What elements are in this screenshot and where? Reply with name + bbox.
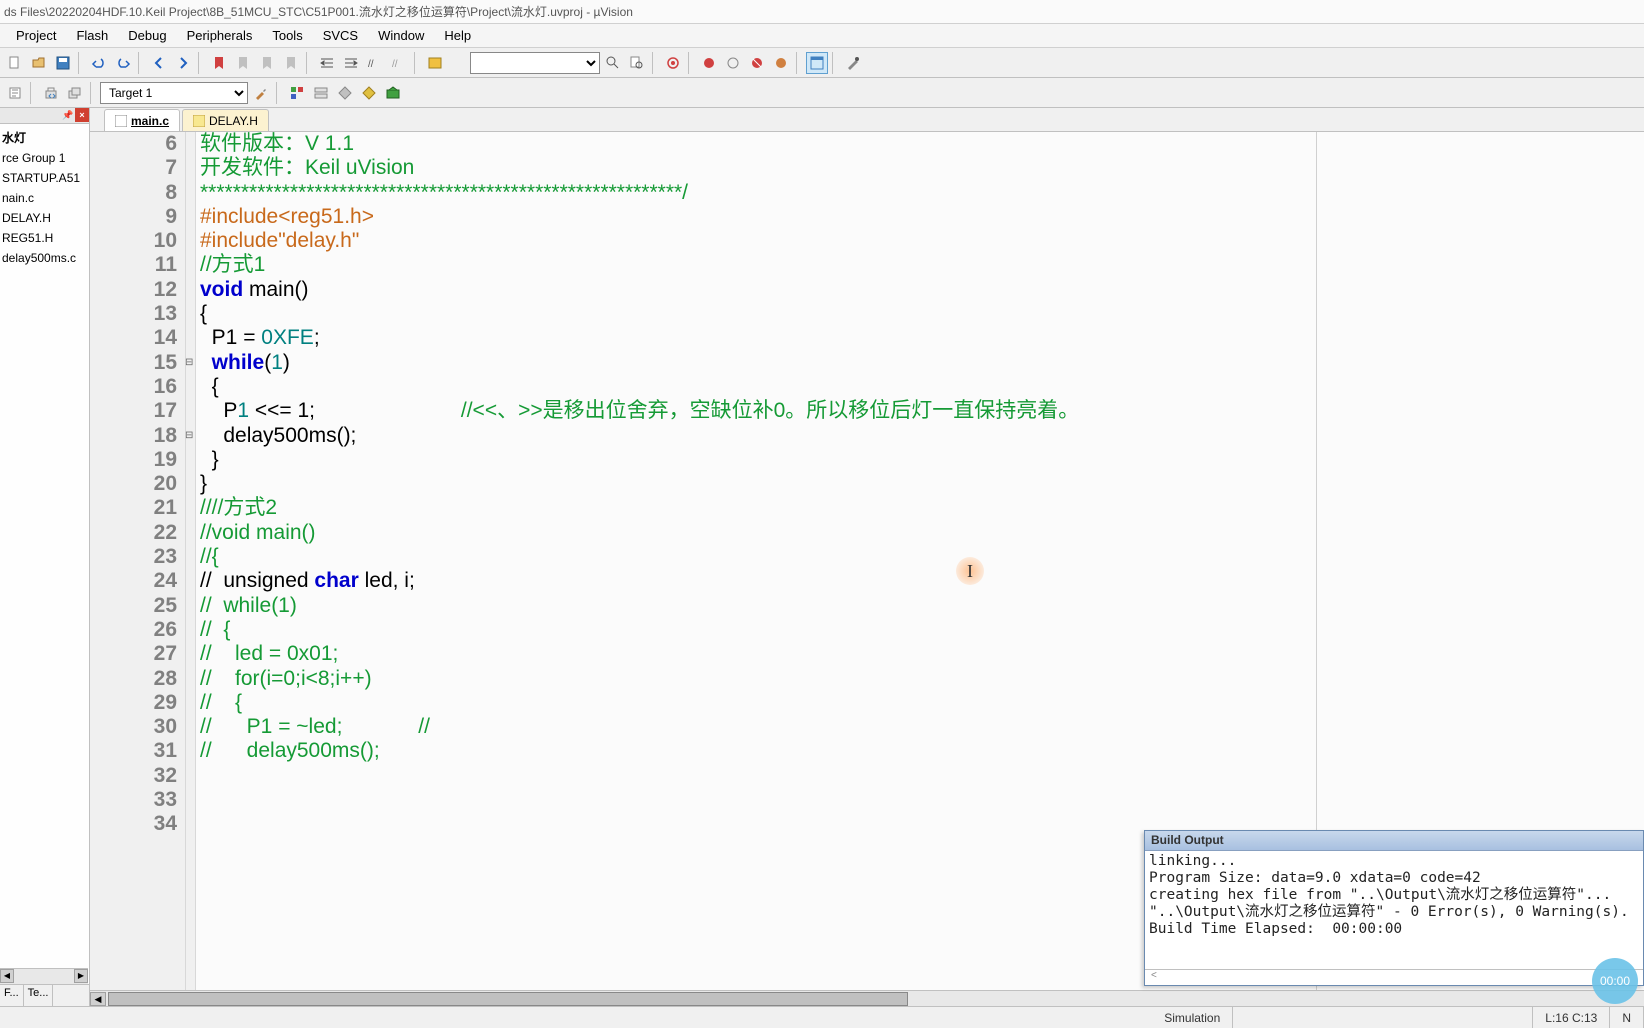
tab-label: main.c bbox=[131, 114, 169, 128]
status-mode: N bbox=[1610, 1007, 1644, 1028]
project-tree: 水灯 rce Group 1 STARTUP.A51 nain.c DELAY.… bbox=[0, 124, 89, 272]
tree-item-mainc[interactable]: nain.c bbox=[2, 188, 87, 208]
svg-text://: // bbox=[368, 59, 374, 70]
tree-item-startup[interactable]: STARTUP.A51 bbox=[2, 168, 87, 188]
toolbar-main: // // bbox=[0, 48, 1644, 78]
scroll-thumb[interactable] bbox=[108, 992, 908, 1006]
uncomment-icon[interactable]: // bbox=[388, 52, 410, 74]
status-bar: Simulation L:16 C:13 N bbox=[0, 1006, 1644, 1028]
fold-column[interactable]: ⊟ ⊟ bbox=[186, 132, 196, 990]
translate-icon[interactable] bbox=[4, 82, 26, 104]
status-simulation: Simulation bbox=[1152, 1007, 1233, 1028]
comment-icon[interactable]: // bbox=[364, 52, 386, 74]
toolbar-build: Target 1 bbox=[0, 78, 1644, 108]
status-cursor: L:16 C:13 bbox=[1533, 1007, 1610, 1028]
tree-item-delay500c[interactable]: delay500ms.c bbox=[2, 248, 87, 268]
build-icon[interactable] bbox=[40, 82, 62, 104]
file-c-icon bbox=[115, 115, 127, 127]
menu-flash[interactable]: Flash bbox=[66, 26, 118, 45]
build-output-text[interactable]: linking... Program Size: data=9.0 xdata=… bbox=[1145, 851, 1643, 969]
breakpoint-empty-icon[interactable] bbox=[722, 52, 744, 74]
build-output-hscroll[interactable]: < bbox=[1145, 969, 1643, 985]
sidebar-hscroll[interactable]: ◀▶ bbox=[0, 968, 88, 984]
manage3-icon[interactable] bbox=[334, 82, 356, 104]
tab-delayh[interactable]: DELAY.H bbox=[182, 109, 269, 131]
save-icon[interactable] bbox=[52, 52, 74, 74]
window-title: ds Files\20220204HDF.10.Keil Project\8B_… bbox=[4, 3, 633, 20]
bookmark-prev-icon[interactable] bbox=[232, 52, 254, 74]
bookmark-next-icon[interactable] bbox=[256, 52, 278, 74]
tab-label: DELAY.H bbox=[209, 114, 258, 128]
manage-icon[interactable] bbox=[286, 82, 308, 104]
rebuild-icon[interactable] bbox=[64, 82, 86, 104]
tree-root[interactable]: 水灯 bbox=[2, 128, 87, 148]
menu-bar: Project Flash Debug Peripherals Tools SV… bbox=[0, 24, 1644, 48]
target-options-icon[interactable] bbox=[250, 82, 272, 104]
menu-window[interactable]: Window bbox=[368, 26, 434, 45]
tree-item-delayh[interactable]: DELAY.H bbox=[2, 208, 87, 228]
menu-debug[interactable]: Debug bbox=[118, 26, 176, 45]
manage2-icon[interactable] bbox=[310, 82, 332, 104]
config-icon[interactable] bbox=[424, 52, 446, 74]
nav-back-icon[interactable] bbox=[148, 52, 170, 74]
text-cursor-icon: I bbox=[967, 559, 973, 583]
new-icon[interactable] bbox=[4, 52, 26, 74]
menu-svcs[interactable]: SVCS bbox=[313, 26, 368, 45]
menu-tools[interactable]: Tools bbox=[262, 26, 312, 45]
debug-icon[interactable] bbox=[662, 52, 684, 74]
cursor-highlight: I bbox=[956, 557, 984, 585]
window-layout-icon[interactable] bbox=[806, 52, 828, 74]
file-h-icon bbox=[193, 115, 205, 127]
menu-peripherals[interactable]: Peripherals bbox=[177, 26, 263, 45]
build-output-panel: Build Output linking... Program Size: da… bbox=[1144, 830, 1644, 986]
svg-text://: // bbox=[392, 59, 398, 70]
timer-badge: 00:00 bbox=[1592, 958, 1638, 1004]
sidebar-header: 📌 × bbox=[0, 108, 89, 124]
find-icon[interactable] bbox=[602, 52, 624, 74]
target-select[interactable]: Target 1 bbox=[100, 82, 248, 104]
breakpoint-kill-icon[interactable] bbox=[770, 52, 792, 74]
sidebar-tabs: F... Te... bbox=[0, 984, 89, 1006]
close-icon[interactable]: × bbox=[75, 108, 89, 122]
title-bar: ds Files\20220204HDF.10.Keil Project\8B_… bbox=[0, 0, 1644, 24]
find-combo[interactable] bbox=[470, 52, 600, 74]
build-output-title: Build Output bbox=[1145, 831, 1643, 851]
line-gutter: 6789101112131415161718192021222324252627… bbox=[90, 132, 186, 990]
configure-icon[interactable] bbox=[842, 52, 864, 74]
tab-mainc[interactable]: main.c bbox=[104, 109, 180, 131]
project-sidebar: 📌 × 水灯 rce Group 1 STARTUP.A51 nain.c DE… bbox=[0, 108, 90, 1006]
open-icon[interactable] bbox=[28, 52, 50, 74]
editor-tabs: main.c DELAY.H bbox=[90, 108, 1644, 132]
bookmark-clear-icon[interactable] bbox=[280, 52, 302, 74]
manage5-icon[interactable] bbox=[382, 82, 404, 104]
indent-dec-icon[interactable] bbox=[316, 52, 338, 74]
breakpoint-disable-icon[interactable] bbox=[746, 52, 768, 74]
pin-icon[interactable]: 📌 bbox=[61, 108, 75, 122]
bookmark-icon[interactable] bbox=[208, 52, 230, 74]
nav-fwd-icon[interactable] bbox=[172, 52, 194, 74]
redo-icon[interactable] bbox=[112, 52, 134, 74]
breakpoint-icon[interactable] bbox=[698, 52, 720, 74]
menu-help[interactable]: Help bbox=[434, 26, 481, 45]
editor-hscroll[interactable]: ◀ bbox=[90, 990, 1644, 1006]
sidebar-tab-templates[interactable]: Te... bbox=[24, 985, 54, 1006]
menu-project[interactable]: Project bbox=[6, 26, 66, 45]
find-files-icon[interactable] bbox=[626, 52, 648, 74]
indent-inc-icon[interactable] bbox=[340, 52, 362, 74]
undo-icon[interactable] bbox=[88, 52, 110, 74]
tree-item-reg51h[interactable]: REG51.H bbox=[2, 228, 87, 248]
scroll-left-icon[interactable]: ◀ bbox=[90, 992, 106, 1006]
sidebar-tab-files[interactable]: F... bbox=[0, 985, 24, 1006]
manage4-icon[interactable] bbox=[358, 82, 380, 104]
tree-item-group[interactable]: rce Group 1 bbox=[2, 148, 87, 168]
